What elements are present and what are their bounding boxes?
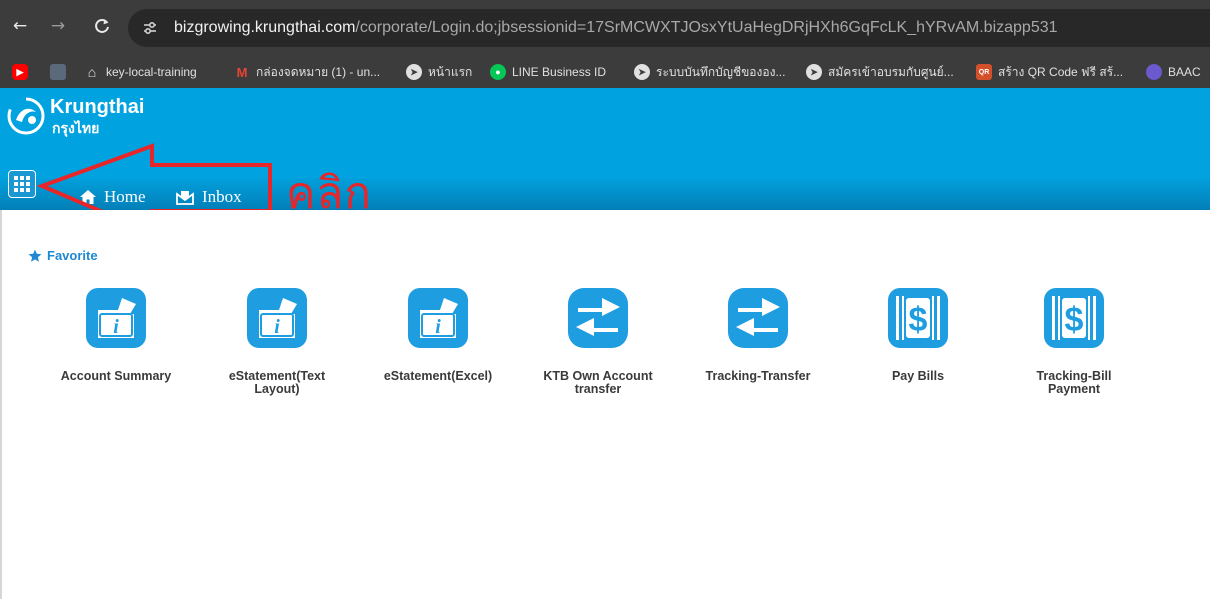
- bookmark-home-page[interactable]: ➤ หน้าแรก: [406, 62, 472, 82]
- favorite-heading: Favorite: [28, 248, 98, 263]
- favorite-ktb-own-account-transfer[interactable]: KTB Own Account transfer: [533, 286, 663, 396]
- svg-text:i: i: [435, 316, 441, 338]
- nav-inbox-label: Inbox: [202, 187, 242, 206]
- home-icon: ⌂: [87, 64, 97, 80]
- globe-icon: ➤: [406, 64, 422, 80]
- tile-label: Tracking-Transfer: [705, 369, 811, 383]
- favorite-tracking-bill-payment[interactable]: $ Tracking-Bill Payment: [1009, 286, 1139, 396]
- dollar-bill-icon: $: [888, 288, 948, 348]
- favorite-title: Favorite: [47, 248, 98, 263]
- bookmark-label: ระบบบันทึกบัญชีขององ...: [656, 64, 786, 79]
- youtube-icon: ▶: [12, 64, 28, 80]
- bookmark-baac[interactable]: BAAC: [1146, 62, 1201, 82]
- bookmark-training-signup[interactable]: ➤ สมัครเข้าอบรมกับศูนย์...: [806, 62, 954, 82]
- extension-bookmark[interactable]: [50, 62, 66, 82]
- favorite-account-summary[interactable]: i Account Summary: [51, 286, 181, 383]
- bookmark-label: สร้าง QR Code ฟรี สร้...: [998, 64, 1124, 79]
- url-path: /corporate/Login.do;jbsessionid=17SrMCWX…: [355, 19, 1058, 36]
- tile-label: eStatement(Text Layout): [228, 369, 326, 396]
- globe-icon: ➤: [806, 64, 822, 80]
- address-bar[interactable]: bizgrowing.krungthai.com/corporate/Login…: [128, 9, 1210, 47]
- inbox-icon: [176, 190, 194, 205]
- info-folder-icon: i: [86, 288, 146, 348]
- apps-menu-button[interactable]: [8, 170, 36, 198]
- browser-toolbar: ← → bizgrowing.krungthai.com/corporate/L…: [0, 0, 1210, 56]
- bookmark-line-business[interactable]: ● LINE Business ID: [490, 62, 606, 82]
- bookmark-gmail[interactable]: M กล่องจดหมาย (1) - un...: [234, 62, 381, 82]
- bookmark-label: BAAC: [1168, 65, 1201, 79]
- bookmark-label: หน้าแรก: [428, 64, 473, 79]
- transfer-arrows-icon: [568, 288, 628, 348]
- home-icon: [80, 190, 96, 204]
- tile-label: KTB Own Account transfer: [543, 369, 653, 396]
- grid-icon: [14, 176, 30, 192]
- star-icon: [28, 249, 42, 262]
- gmail-icon: M: [236, 64, 248, 80]
- transfer-arrows-icon: [728, 288, 788, 348]
- favorite-estatement-text[interactable]: i eStatement(Text Layout): [212, 286, 342, 396]
- site-header: Krungthai กรุงไทย Home Inbox: [0, 88, 1210, 210]
- nav-home-label: Home: [104, 187, 146, 206]
- bookmark-label: LINE Business ID: [512, 65, 607, 79]
- bookmark-qr-code[interactable]: QR สร้าง QR Code ฟรี สร้...: [976, 62, 1123, 82]
- app-icon: [50, 64, 66, 80]
- svg-text:$: $: [1065, 301, 1084, 339]
- bookmark-accounting-system[interactable]: ➤ ระบบบันทึกบัญชีขององ...: [634, 62, 785, 82]
- tile-label: eStatement(Excel): [383, 369, 493, 383]
- svg-text:$: $: [909, 301, 928, 339]
- main-content: Favorite i Account Summary i eStatement(…: [0, 210, 1210, 599]
- bookmark-label: สมัครเข้าอบรมกับศูนย์...: [828, 64, 954, 79]
- page: ← → bizgrowing.krungthai.com/corporate/L…: [0, 0, 1210, 599]
- globe-icon: ➤: [634, 64, 650, 80]
- back-arrow-icon[interactable]: ←: [8, 14, 32, 38]
- bookmark-label: กล่องจดหมาย (1) - un...: [256, 64, 381, 79]
- info-folder-icon: i: [408, 288, 468, 348]
- krungthai-logo-icon: [7, 97, 45, 135]
- favorite-pay-bills[interactable]: $ Pay Bills: [853, 286, 983, 383]
- site-settings-icon[interactable]: [142, 20, 158, 36]
- url-text: bizgrowing.krungthai.com/corporate/Login…: [174, 19, 1058, 37]
- baac-icon: [1146, 64, 1162, 80]
- favorite-estatement-excel[interactable]: i eStatement(Excel): [373, 286, 503, 383]
- bookmark-label: key-local-training: [106, 65, 197, 79]
- line-icon: ●: [490, 64, 506, 80]
- tile-label: Pay Bills: [891, 369, 945, 383]
- info-folder-icon: i: [247, 288, 307, 348]
- tile-label: Account Summary: [60, 369, 172, 383]
- nav-home[interactable]: Home: [80, 186, 146, 208]
- favorite-tracking-transfer[interactable]: Tracking-Transfer: [693, 286, 823, 383]
- brand-name: Krungthai: [50, 96, 145, 118]
- svg-text:i: i: [274, 316, 280, 338]
- svg-text:i: i: [113, 316, 119, 338]
- nav-inbox[interactable]: Inbox: [176, 186, 242, 208]
- reload-icon[interactable]: [90, 14, 114, 38]
- bookmark-key-local-training[interactable]: ⌂ key-local-training: [84, 62, 197, 82]
- forward-arrow-icon[interactable]: →: [46, 14, 70, 38]
- brand-name-thai: กรุงไทย: [52, 120, 100, 136]
- youtube-bookmark[interactable]: ▶: [12, 62, 28, 82]
- dollar-bill-icon: $: [1044, 288, 1104, 348]
- tile-label: Tracking-Bill Payment: [1036, 369, 1112, 396]
- qr-icon: QR: [976, 64, 992, 80]
- bookmarks-bar: ▶ ⌂ key-local-training M กล่องจดหมาย (1)…: [0, 56, 1210, 88]
- url-host: bizgrowing.krungthai.com: [174, 19, 356, 36]
